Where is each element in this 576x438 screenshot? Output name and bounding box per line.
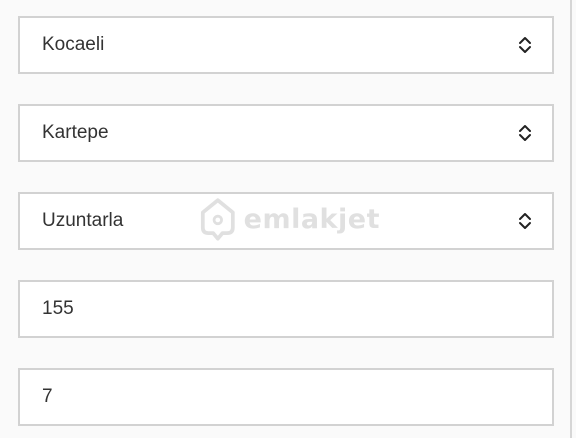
select-chevron-icon: [519, 125, 531, 141]
block-number-value: 155: [42, 298, 74, 319]
select-chevron-icon: [519, 213, 531, 229]
parcel-number-value: 7: [42, 386, 53, 407]
neighborhood-select[interactable]: Uzuntarla: [18, 192, 554, 250]
select-chevron-icon: [519, 37, 531, 53]
parcel-number-input[interactable]: 7: [18, 368, 554, 426]
district-select-value: Kartepe: [42, 122, 109, 143]
block-number-input[interactable]: 155: [18, 280, 554, 338]
district-select[interactable]: Kartepe: [18, 104, 554, 162]
panel-edge-divider: [570, 0, 572, 438]
province-select-value: Kocaeli: [42, 34, 105, 55]
neighborhood-select-value: Uzuntarla: [42, 210, 124, 231]
province-select[interactable]: Kocaeli: [18, 16, 554, 74]
form-panel: Kocaeli Kartepe Uzuntarla 155 7 emlakjet: [0, 0, 576, 438]
